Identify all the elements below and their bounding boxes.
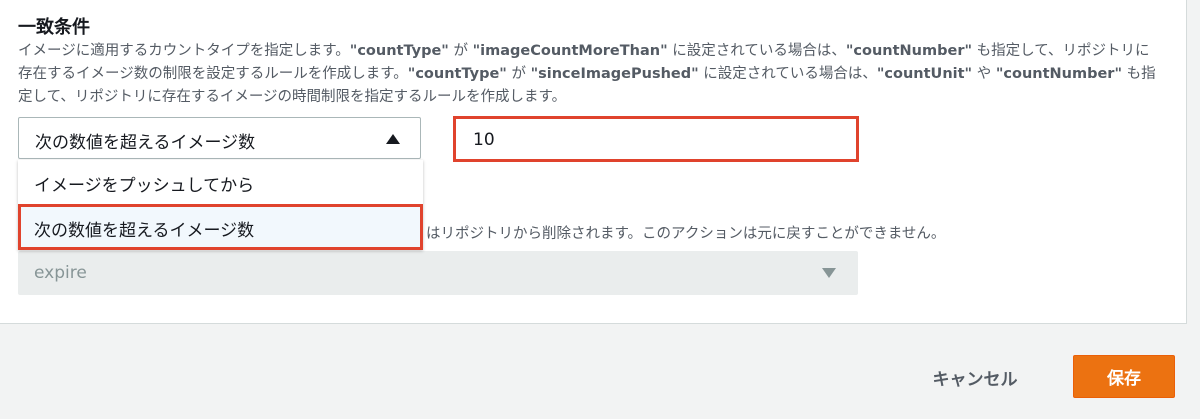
dropdown-option-since-image-pushed[interactable]: イメージをプッシュしてから [18,160,423,204]
caret-up-icon[interactable] [386,134,400,144]
count-type-selected-value: 次の数値を超えるイメージ数 [35,133,256,153]
cancel-button[interactable]: キャンセル [905,358,1045,396]
rule-panel: 一致条件 イメージに適用するカウントタイプを指定します。"countType" … [0,0,1187,324]
save-button[interactable]: 保存 [1073,355,1175,398]
action-select[interactable]: expire [18,251,858,295]
count-type-select[interactable]: 次の数値を超えるイメージ数 [18,117,421,159]
dropdown-option-label: イメージをプッシュしてから [34,176,255,196]
action-selected-value: expire [34,263,87,283]
count-type-dropdown-menu: イメージをプッシュしてから 次の数値を超えるイメージ数 [18,160,423,250]
count-number-input[interactable]: 10 [453,116,859,162]
action-description: はリポジトリから削除されます。このアクションは元に戻すことができません。 [426,226,946,242]
count-number-value: 10 [473,130,495,150]
dropdown-option-label: 次の数値を超えるイメージ数 [34,221,255,241]
section-description: イメージに適用するカウントタイプを指定します。"countType" が "im… [18,43,1156,105]
dropdown-option-image-count-more-than[interactable]: 次の数値を超えるイメージ数 [18,204,423,250]
caret-down-icon[interactable] [822,268,836,278]
section-title: 一致条件 [18,17,90,38]
